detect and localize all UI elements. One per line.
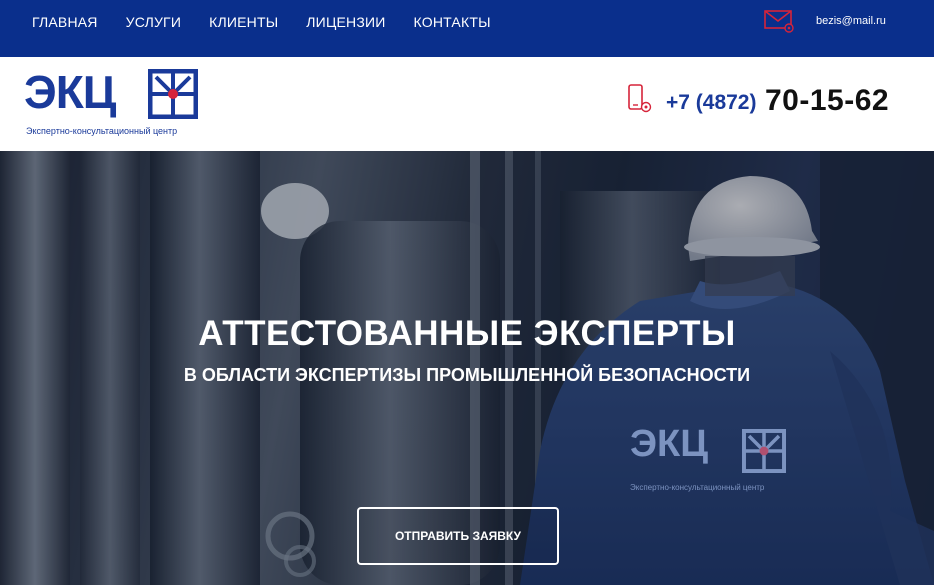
- nav-item-licenses[interactable]: ЛИЦЕНЗИИ: [306, 12, 385, 32]
- site-header: ЭКЦ Экспертно-консультационный центр +7 …: [0, 57, 934, 151]
- nav-item-home[interactable]: ГЛАВНАЯ: [32, 12, 98, 32]
- main-nav: ГЛАВНАЯ УСЛУГИ КЛИЕНТЫ ЛИЦЕНЗИИ КОНТАКТЫ: [32, 12, 519, 32]
- phone-icon: [628, 84, 652, 113]
- jacket-logo-mark-icon: [742, 429, 786, 473]
- logo-text[interactable]: ЭКЦ: [24, 57, 116, 127]
- mail-icon[interactable]: [764, 9, 794, 33]
- submit-request-button[interactable]: ОТПРАВИТЬ ЗАЯВКУ: [357, 507, 559, 565]
- email-link[interactable]: bezis@mail.ru: [816, 14, 886, 28]
- logo-mark-icon[interactable]: [148, 69, 198, 119]
- hero-banner: ЭКЦ Экспертно-консультационный центр АТТ…: [0, 151, 934, 585]
- jacket-logo: ЭКЦ Экспертно-консультационный центр: [630, 421, 800, 501]
- hero-title: АТТЕСТОВАННЫЕ ЭКСПЕРТЫ: [198, 314, 736, 353]
- jacket-logo-text: ЭКЦ: [630, 423, 708, 465]
- nav-item-contacts[interactable]: КОНТАКТЫ: [414, 12, 491, 32]
- hero-subtitle: В ОБЛАСТИ ЭКСПЕРТИЗЫ ПРОМЫШЛЕННОЙ БЕЗОПА…: [183, 365, 751, 385]
- logo-subtitle: Экспертно-консультационный центр: [26, 126, 178, 136]
- phone-prefix[interactable]: +7 (4872): [666, 91, 756, 115]
- top-nav-bar: ГЛАВНАЯ УСЛУГИ КЛИЕНТЫ ЛИЦЕНЗИИ КОНТАКТЫ…: [0, 0, 934, 57]
- jacket-logo-subtitle: Экспертно-консультационный центр: [630, 483, 765, 492]
- phone-number[interactable]: 70-15-62: [765, 84, 889, 118]
- nav-item-clients[interactable]: КЛИЕНТЫ: [209, 12, 278, 32]
- nav-item-services[interactable]: УСЛУГИ: [126, 12, 181, 32]
